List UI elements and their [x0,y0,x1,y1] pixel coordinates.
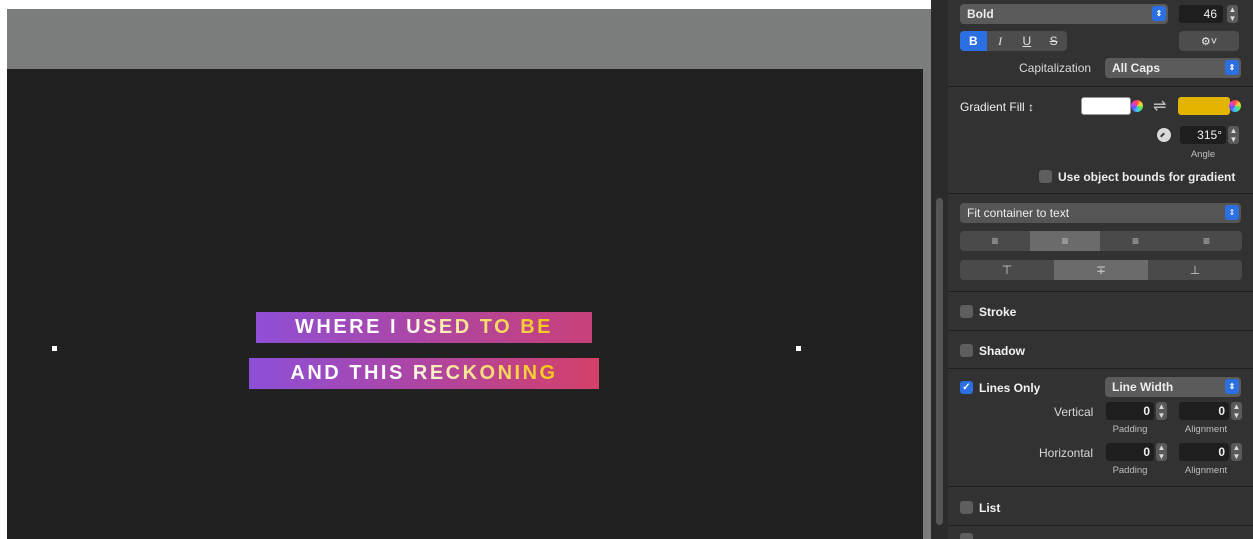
gear-icon: ⚙˅ [1200,36,1218,48]
italic-button[interactable]: I [987,31,1014,51]
font-size-stepper[interactable]: ▲ ▼ [1227,5,1238,23]
horizontal-alignment-control: ≡ ≡ ≡ ≡ [960,231,1242,251]
section-divider [948,86,1253,87]
next-section-checkbox[interactable] [960,533,973,539]
fill-type-select[interactable]: Gradient Fill ↕ [960,100,1034,114]
fit-container-select[interactable]: Fit container to text ⇕ [960,203,1241,223]
underline-button-label: U [1022,34,1032,48]
shadow-label: Shadow [979,344,1026,358]
align-bottom-icon[interactable]: ⊥ [1148,260,1242,280]
horizontal-alignment-value: 0 [1218,445,1225,459]
section-divider [948,330,1253,331]
strikethrough-button[interactable]: S [1040,31,1067,51]
vertical-padding-field[interactable]: 0 [1106,402,1154,420]
text-options-button[interactable]: ⚙˅ [1179,31,1239,51]
vertical-padding-stepper[interactable]: ▲ ▼ [1156,402,1167,420]
swap-colors-icon[interactable]: ⇌ [1153,96,1166,116]
capitalization-value: All Caps [1112,61,1161,75]
italic-button-label: I [998,33,1003,48]
bold-button[interactable]: B [960,31,987,51]
chevron-updown-icon: ⇕ [1225,60,1239,75]
typeface-select[interactable]: Bold ⇕ [960,4,1168,24]
horizontal-alignment-caption: Alignment [1184,465,1228,476]
horizontal-padding-stepper[interactable]: ▲ ▼ [1156,443,1167,461]
angle-caption: Angle [1190,149,1216,160]
line-mode-value: Line Width [1112,380,1174,394]
vertical-alignment-stepper[interactable]: ▲ ▼ [1231,402,1242,420]
text-style-buttons: B I U S [960,31,1067,51]
align-middle-icon[interactable]: ∓ [1054,260,1148,280]
chevron-updown-icon: ⇕ [1225,205,1239,220]
title-line-1[interactable]: WHERE I USED TO BE [256,312,592,343]
capitalization-label: Capitalization [1019,61,1092,75]
angle-stepper[interactable]: ▲ ▼ [1228,126,1239,144]
strikethrough-button-label: S [1049,34,1058,48]
list-checkbox[interactable] [960,501,973,514]
title-line-2[interactable]: AND THIS RECKONING [249,358,599,389]
typeface-select-value: Bold [967,7,994,21]
selection-handle-right[interactable] [796,346,801,351]
vertical-alignment-caption: Alignment [1184,424,1228,435]
font-size-field[interactable]: 46 [1179,5,1223,23]
align-justify-icon[interactable]: ≡ [1171,231,1242,251]
title-line-1-text: WHERE I USED TO BE [295,316,553,338]
chevron-updown-icon: ⇕ [1152,6,1166,21]
shadow-checkbox[interactable] [960,344,973,357]
vertical-padding-value: 0 [1143,404,1150,418]
slide-canvas[interactable] [7,69,923,539]
vertical-label: Vertical [1054,405,1094,419]
gradient-start-color[interactable] [1081,97,1131,115]
selection-handle-left[interactable] [52,346,57,351]
angle-knob[interactable] [1157,128,1171,142]
line-mode-select[interactable]: Line Width ⇕ [1105,377,1241,397]
color-wheel-icon[interactable] [1229,100,1241,112]
section-divider [948,368,1253,369]
title-line-2-text: AND THIS RECKONING [290,362,558,384]
underline-button[interactable]: U [1014,31,1041,51]
section-divider [948,193,1253,194]
section-divider [948,291,1253,292]
vertical-padding-caption: Padding [1112,424,1148,435]
angle-value: 315° [1197,128,1222,142]
align-right-icon[interactable]: ≡ [1100,231,1171,251]
capitalization-select[interactable]: All Caps ⇕ [1105,58,1241,78]
font-size-value: 46 [1203,7,1217,21]
stroke-checkbox[interactable] [960,305,973,318]
text-inspector: Bold ⇕ 46 ▲ ▼ B I U S ⚙˅ Capitalization A… [948,0,1253,539]
align-center-icon[interactable]: ≡ [1030,231,1100,251]
vertical-alignment-field[interactable]: 0 [1179,402,1229,420]
object-bounds-checkbox[interactable] [1039,170,1052,183]
stroke-label: Stroke [979,305,1017,319]
horizontal-padding-value: 0 [1143,445,1150,459]
align-left-icon[interactable]: ≡ [960,231,1030,251]
horizontal-padding-field[interactable]: 0 [1106,443,1154,461]
gradient-end-color[interactable] [1178,97,1230,115]
vertical-alignment-control: ⊤ ∓ ⊥ [960,260,1242,280]
section-divider [948,525,1253,526]
lines-only-checkbox[interactable]: ✓ [960,381,973,394]
horizontal-alignment-field[interactable]: 0 [1179,443,1229,461]
lines-only-label: Lines Only [979,381,1041,395]
canvas-scrollbar-thumb[interactable] [936,198,943,525]
horizontal-label: Horizontal [1039,446,1094,460]
horizontal-padding-caption: Padding [1112,465,1148,476]
list-label: List [979,501,1001,515]
angle-field[interactable]: 315° [1180,126,1226,144]
fit-container-value: Fit container to text [967,206,1070,220]
chevron-updown-icon: ⇕ [1225,379,1239,394]
section-divider [948,486,1253,487]
align-top-icon[interactable]: ⊤ [960,260,1054,280]
horizontal-alignment-stepper[interactable]: ▲ ▼ [1231,443,1242,461]
object-bounds-label: Use object bounds for gradient [1058,170,1236,184]
vertical-alignment-value: 0 [1218,404,1225,418]
color-wheel-icon[interactable] [1131,100,1143,112]
